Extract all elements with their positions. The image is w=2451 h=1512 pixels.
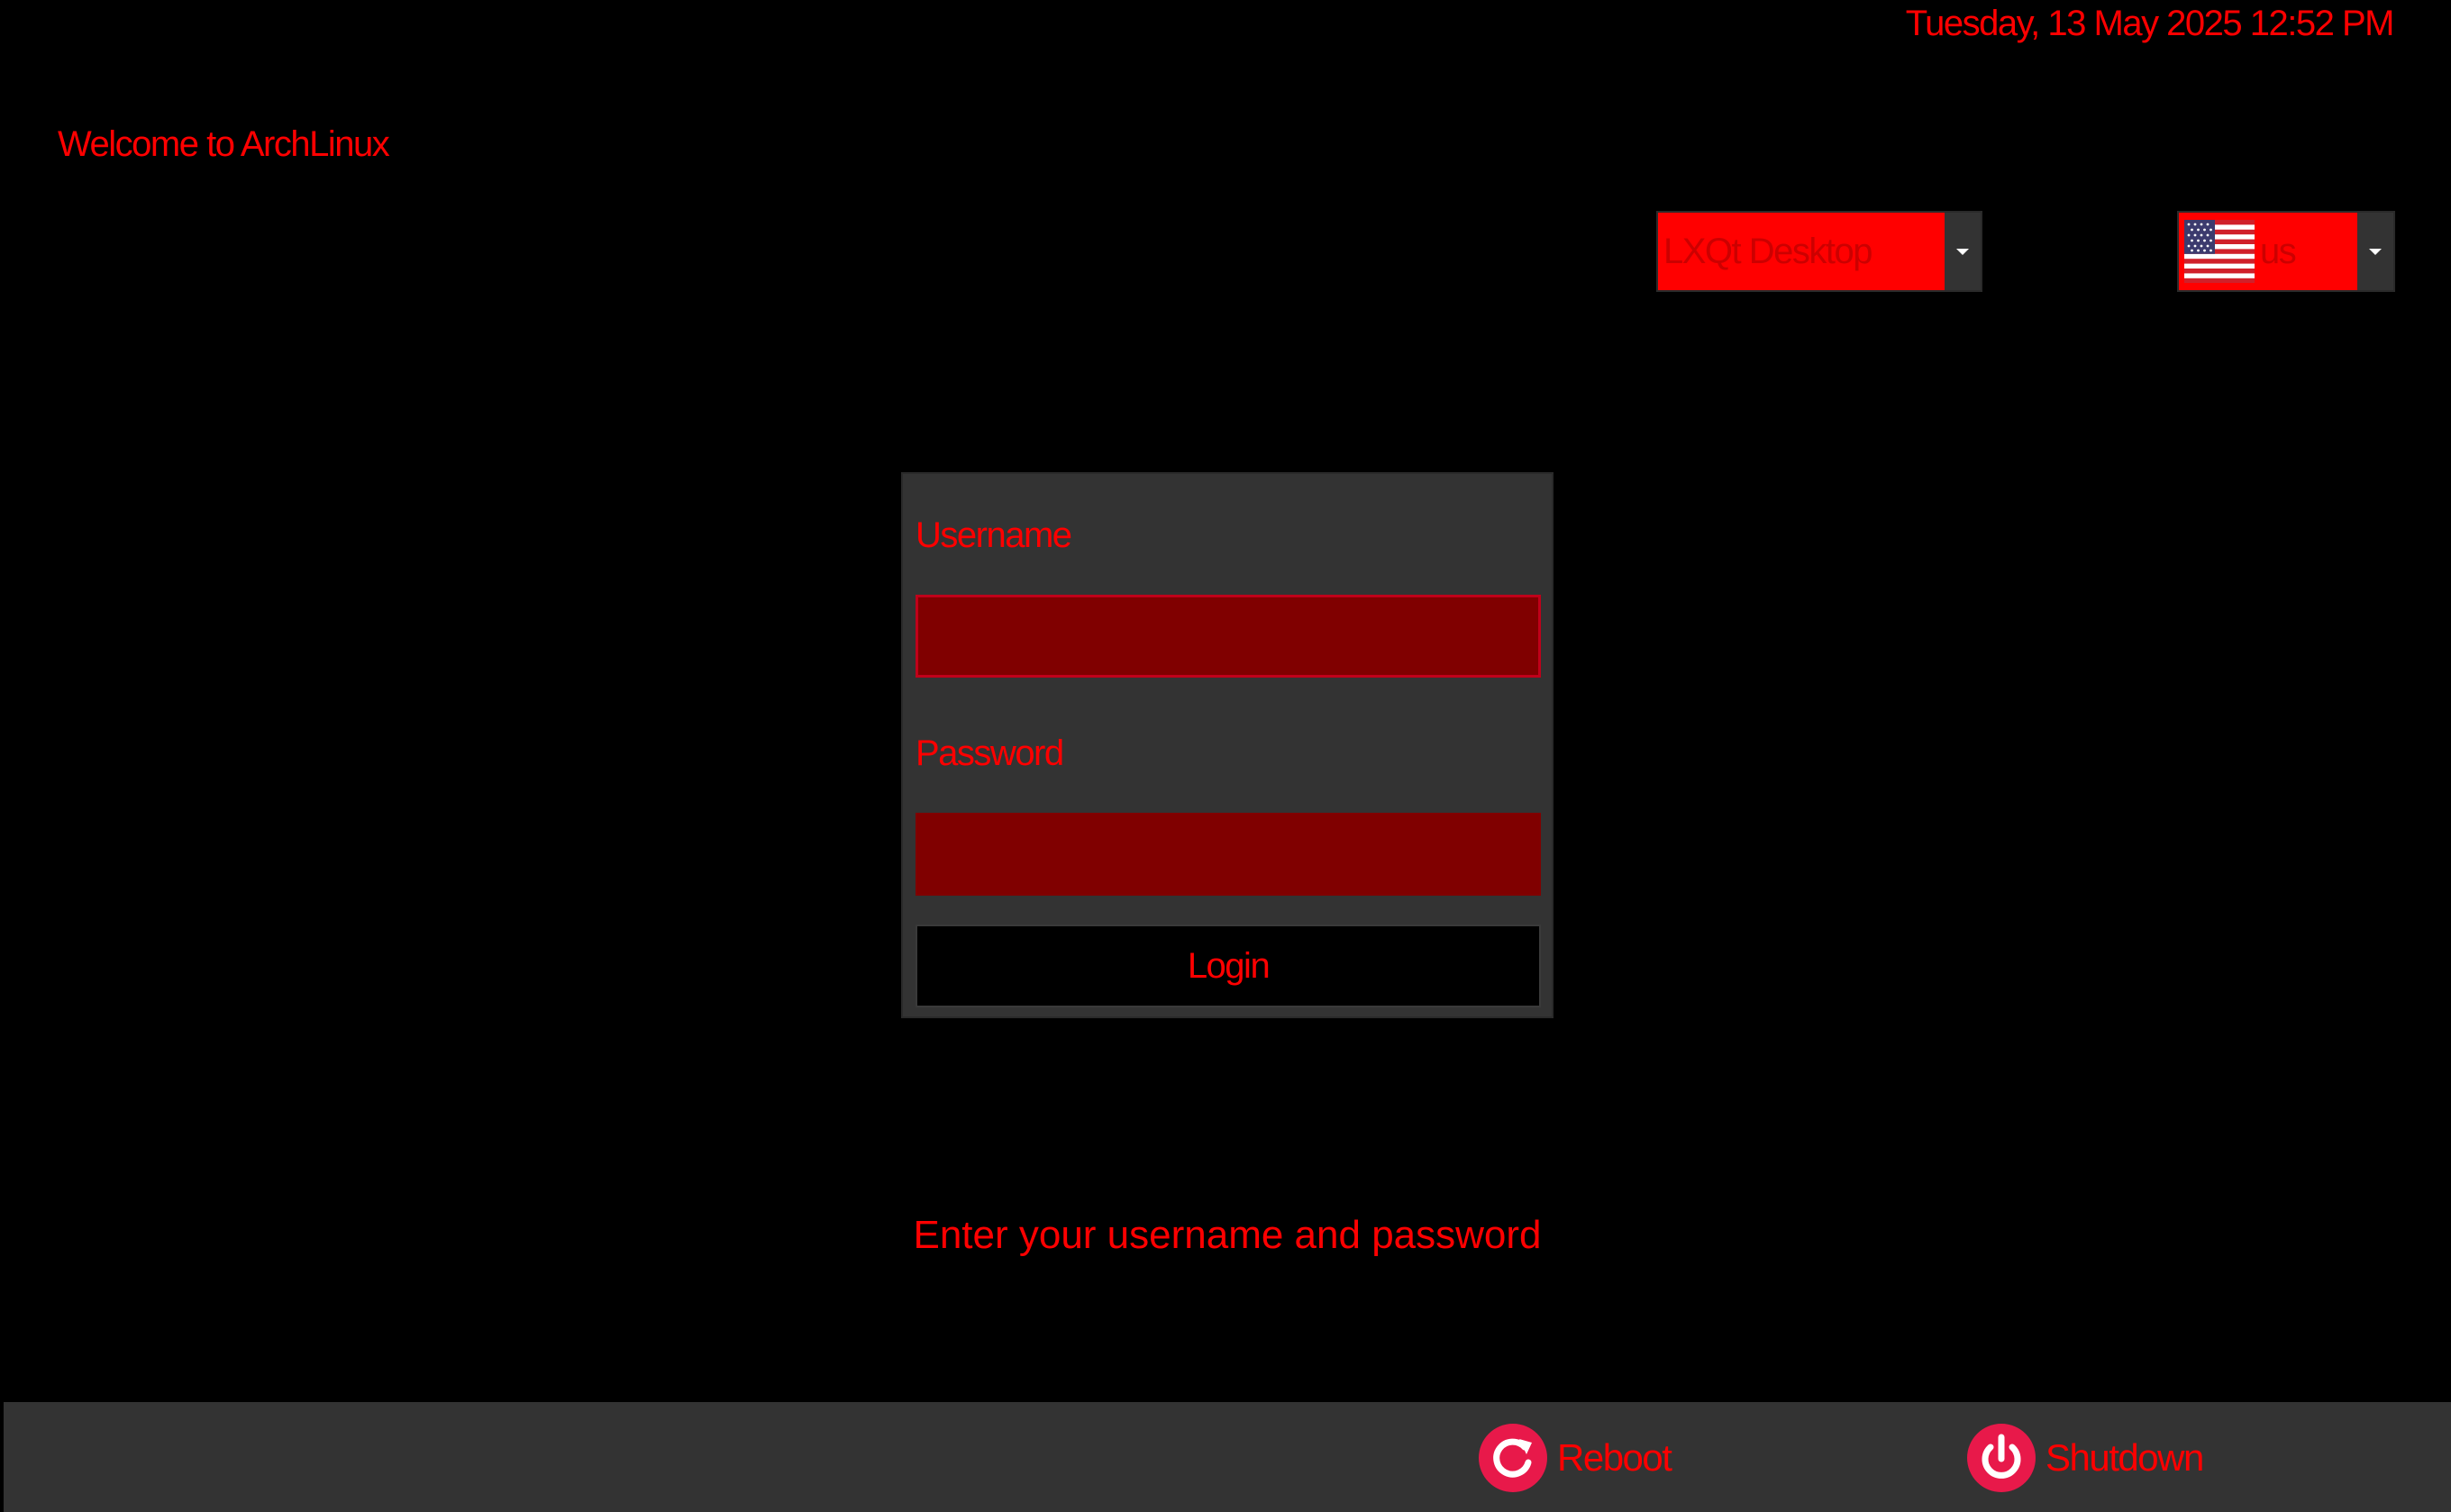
reboot-button[interactable]: Reboot xyxy=(1478,1422,1672,1494)
status-message: Enter your username and password xyxy=(913,1213,1542,1257)
session-select-value: LXQt Desktop xyxy=(1663,231,1873,271)
username-input[interactable] xyxy=(916,595,1541,678)
shutdown-button[interactable]: Shutdown xyxy=(1966,1422,2204,1494)
username-label: Username xyxy=(916,515,1072,555)
keyboard-layout-select[interactable]: us xyxy=(2177,211,2395,292)
password-label: Password xyxy=(916,733,1064,773)
us-flag-icon xyxy=(2184,220,2255,283)
login-screen: Tuesday, 13 May 2025 12:52 PM Welcome to… xyxy=(0,0,2451,1512)
chevron-down-icon[interactable] xyxy=(2357,213,2393,290)
clock: Tuesday, 13 May 2025 12:52 PM xyxy=(1905,4,2395,43)
session-select[interactable]: LXQt Desktop xyxy=(1656,211,1982,292)
welcome-message: Welcome to ArchLinux xyxy=(58,124,390,164)
login-panel: Username Password Login xyxy=(901,472,1554,1018)
shutdown-label: Shutdown xyxy=(2046,1436,2204,1479)
keyboard-layout-value: us xyxy=(2260,231,2297,271)
reboot-label: Reboot xyxy=(1557,1436,1672,1479)
power-icon xyxy=(1967,1424,2036,1492)
power-bar: Reboot Shutdown xyxy=(4,1402,2451,1512)
reboot-icon xyxy=(1479,1424,1547,1492)
chevron-down-icon[interactable] xyxy=(1945,213,1981,290)
login-button[interactable]: Login xyxy=(916,925,1541,1007)
password-input[interactable] xyxy=(916,813,1541,896)
